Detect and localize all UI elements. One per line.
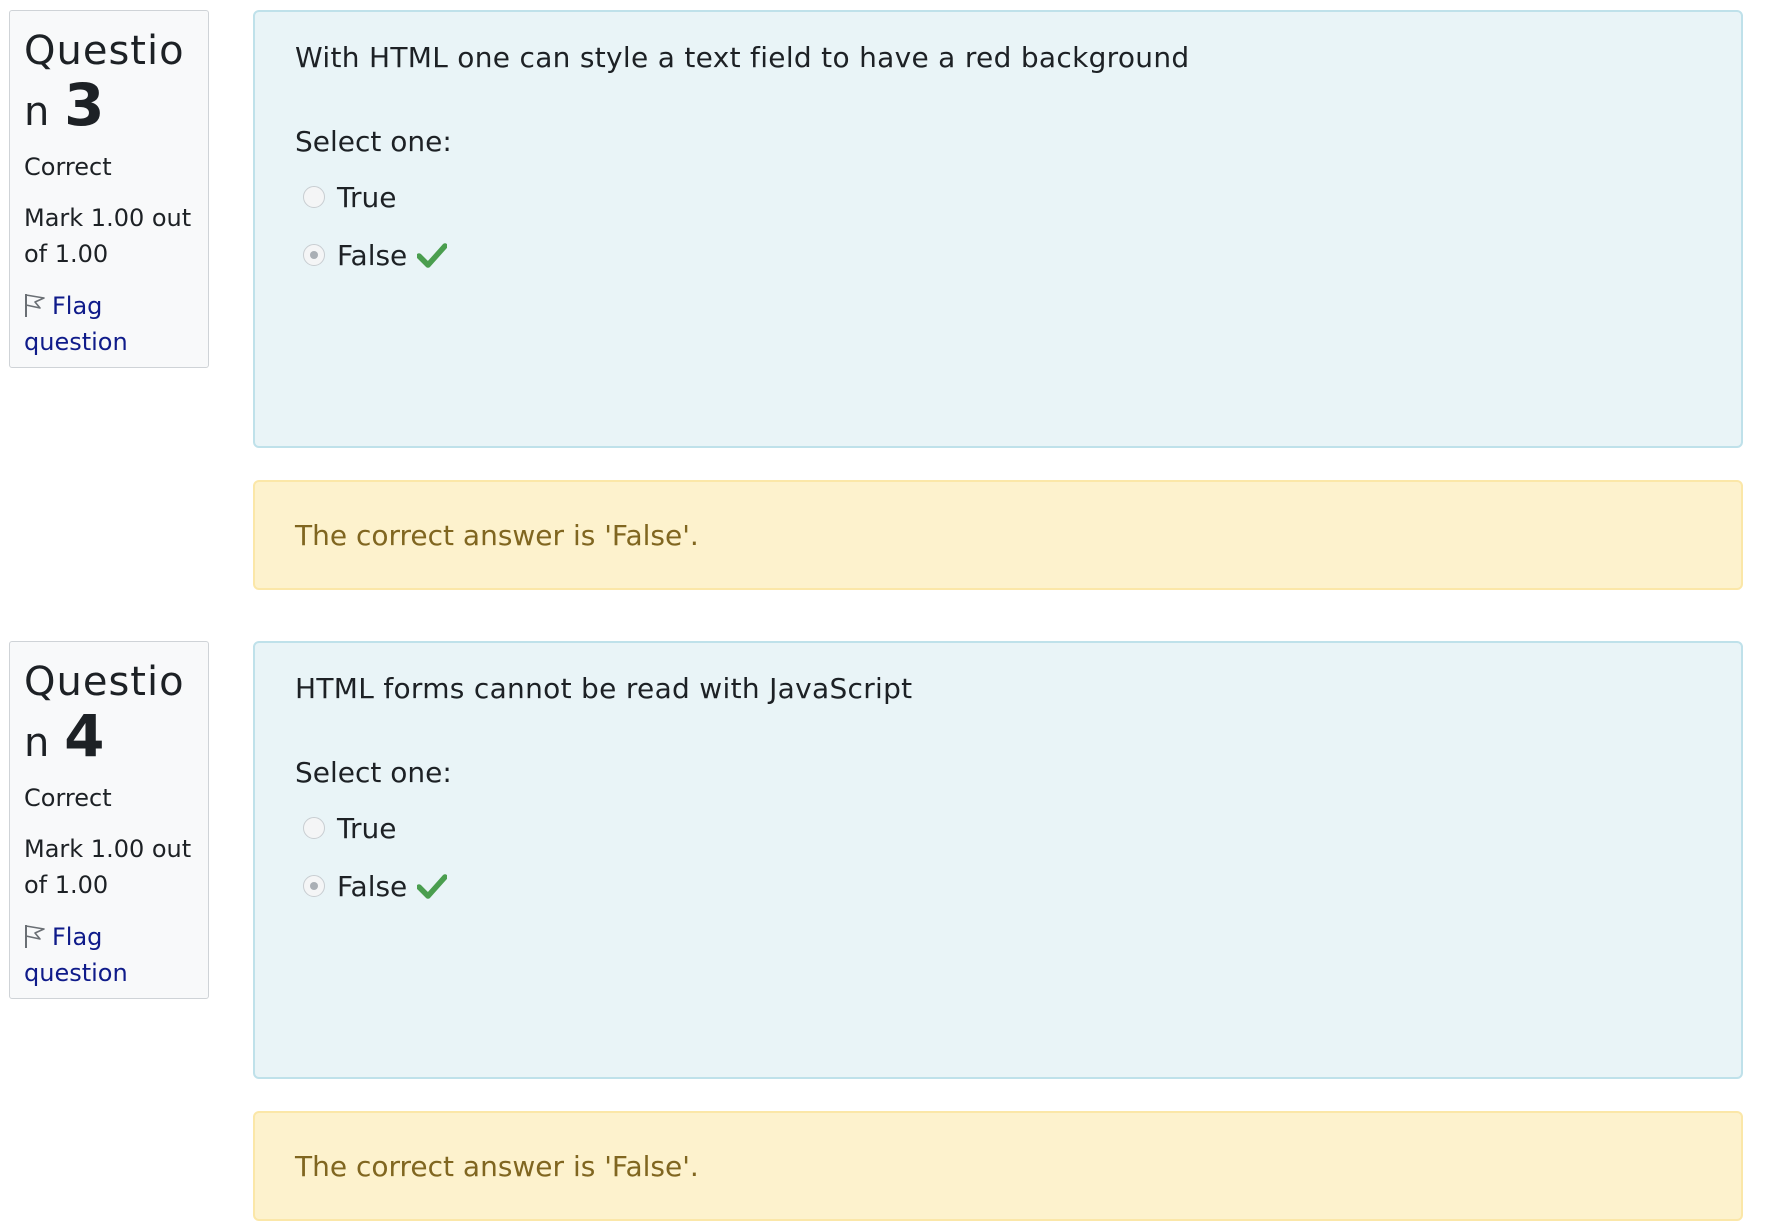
option-true[interactable]: True: [295, 799, 1701, 857]
radio-true[interactable]: [303, 817, 325, 839]
question-grade: Mark 1.00 out of 1.00: [24, 835, 192, 899]
option-label: False: [337, 238, 408, 272]
question-formulation: With HTML one can style a text field to …: [253, 10, 1743, 448]
question-state: Correct: [24, 153, 112, 181]
option-label: True: [337, 180, 397, 214]
feedback-box: The correct answer is 'False'.: [253, 1111, 1743, 1221]
question-number: Questio n 3: [24, 28, 185, 139]
flag-label: Flag: [52, 292, 103, 320]
question-info: Questio n 4 Correct Mark 1.00 out of 1.00…: [9, 641, 209, 999]
question-number: Questio n 4: [24, 659, 185, 770]
question-info: Questio n 3 Correct Mark 1.00 out of 1.00…: [9, 10, 209, 368]
option-false[interactable]: False: [295, 226, 1701, 284]
right-answer: The correct answer is 'False'.: [295, 518, 699, 552]
flag-icon: [25, 294, 45, 317]
check-icon: [417, 243, 448, 268]
right-answer: The correct answer is 'False'.: [295, 1149, 699, 1183]
flag-question-link[interactable]: Flag question: [24, 919, 194, 991]
flag-icon: [25, 925, 45, 948]
check-icon: [417, 874, 448, 899]
flag-question-link[interactable]: Flag question: [24, 288, 194, 360]
radio-false[interactable]: [303, 875, 325, 897]
question-grade: Mark 1.00 out of 1.00: [24, 204, 192, 268]
option-label: True: [337, 811, 397, 845]
flag-label-2: question: [24, 959, 128, 987]
feedback-box: The correct answer is 'False'.: [253, 480, 1743, 590]
option-label: False: [337, 869, 408, 903]
radio-true[interactable]: [303, 186, 325, 208]
answer-options: True False: [295, 799, 1701, 915]
option-false[interactable]: False: [295, 857, 1701, 915]
radio-false[interactable]: [303, 244, 325, 266]
option-true[interactable]: True: [295, 168, 1701, 226]
question-text: HTML forms cannot be read with JavaScrip…: [295, 672, 913, 705]
flag-label: Flag: [52, 923, 103, 951]
question-formulation: HTML forms cannot be read with JavaScrip…: [253, 641, 1743, 1079]
select-prompt: Select one:: [295, 125, 452, 158]
answer-options: True False: [295, 168, 1701, 284]
question-text: With HTML one can style a text field to …: [295, 41, 1190, 74]
question-state: Correct: [24, 784, 112, 812]
select-prompt: Select one:: [295, 756, 452, 789]
flag-label-2: question: [24, 328, 128, 356]
